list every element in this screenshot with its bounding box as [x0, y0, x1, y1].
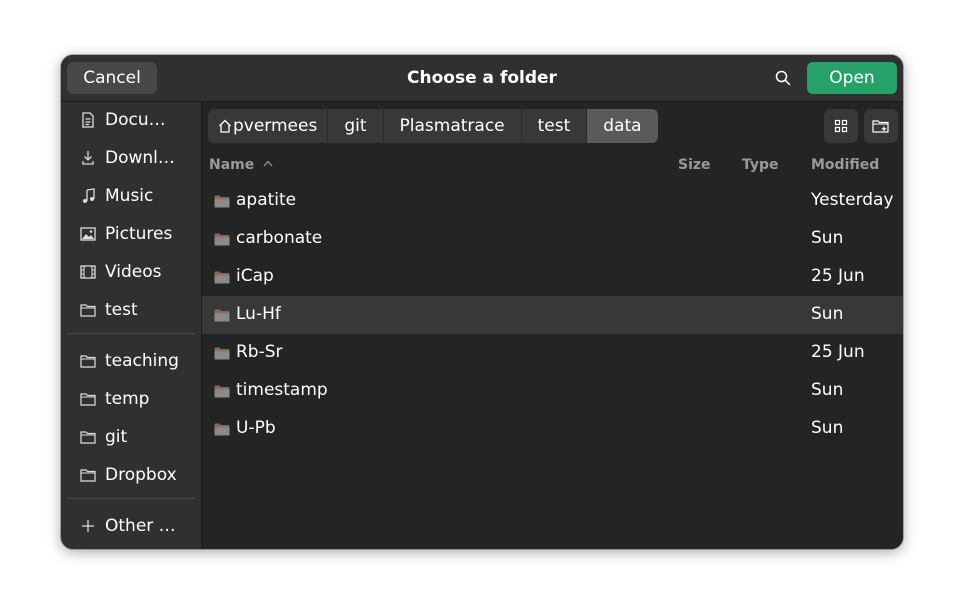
file-name: carbonate — [236, 228, 323, 248]
file-list-pane: pvermees git Plasmatrace test data Name … — [202, 102, 903, 549]
sidebar-item-label: Other … — [105, 516, 176, 536]
column-header-size[interactable]: Size — [678, 157, 711, 173]
file-modified: 25 Jun — [811, 342, 865, 362]
breadcrumb-git[interactable]: git — [328, 109, 384, 143]
table-row[interactable]: timestamp Sun — [202, 372, 903, 410]
sidebar-item-pictures[interactable]: Pictures — [67, 216, 195, 252]
sidebar-item-label: Docu… — [105, 110, 166, 130]
video-icon — [80, 264, 96, 280]
sidebar-item-documents[interactable]: Docu… — [67, 102, 195, 138]
file-name: Rb-Sr — [236, 342, 283, 362]
sidebar-item-label: Dropbox — [105, 465, 177, 485]
table-row[interactable]: Lu-Hf Sun — [202, 296, 903, 334]
file-modified: 25 Jun — [811, 266, 865, 286]
sidebar-item-videos[interactable]: Videos — [67, 254, 195, 290]
folder-icon — [214, 383, 230, 403]
sidebar-divider — [67, 333, 195, 334]
folder-icon — [80, 429, 96, 445]
file-name: U-Pb — [236, 418, 276, 438]
folder-icon — [214, 231, 230, 251]
folder-icon — [214, 269, 230, 289]
grid-view-icon — [834, 119, 848, 133]
places-sidebar: Docu… Downl… Music Pictures Videos test … — [61, 102, 202, 549]
column-name-label: Name — [209, 157, 255, 173]
folder-icon — [80, 391, 96, 407]
sidebar-item-other-locations[interactable]: Other … — [67, 508, 195, 544]
column-header-type[interactable]: Type — [742, 157, 779, 173]
sidebar-item-git[interactable]: git — [67, 419, 195, 455]
sidebar-item-label: temp — [105, 389, 150, 409]
sidebar-item-test[interactable]: test — [67, 292, 195, 328]
file-name: iCap — [236, 266, 274, 286]
home-icon — [219, 119, 231, 133]
folder-icon — [80, 302, 96, 318]
table-row[interactable]: apatite Yesterday — [202, 182, 903, 220]
file-name: Lu-Hf — [236, 304, 281, 324]
search-button[interactable] — [769, 64, 797, 92]
folder-icon — [214, 307, 230, 327]
sidebar-item-dropbox[interactable]: Dropbox — [67, 457, 195, 493]
sidebar-item-label: Pictures — [105, 224, 173, 244]
sidebar-item-label: git — [105, 427, 128, 447]
file-modified: Sun — [811, 304, 844, 324]
sidebar-item-teaching[interactable]: teaching — [67, 343, 195, 379]
view-toggle-button[interactable] — [824, 109, 858, 143]
sidebar-divider — [67, 498, 195, 499]
picture-icon — [80, 226, 96, 242]
folder-icon — [214, 193, 230, 213]
sidebar-item-label: test — [105, 300, 138, 320]
file-modified: Sun — [811, 418, 844, 438]
sort-ascending-icon — [263, 160, 273, 167]
file-chooser-dialog: Cancel Choose a folder Open Docu… Downl… — [61, 55, 903, 549]
table-row[interactable]: carbonate Sun — [202, 220, 903, 258]
file-name: timestamp — [236, 380, 328, 400]
sidebar-item-label: Music — [105, 186, 154, 206]
document-icon — [80, 112, 96, 128]
breadcrumb: pvermees git Plasmatrace test data — [208, 109, 658, 143]
folder-icon — [80, 353, 96, 369]
download-icon — [80, 150, 96, 166]
music-icon — [80, 188, 96, 204]
new-folder-icon — [872, 119, 889, 133]
search-icon — [775, 70, 791, 86]
file-modified: Sun — [811, 228, 844, 248]
sidebar-item-downloads[interactable]: Downl… — [67, 140, 195, 176]
file-modified: Yesterday — [811, 190, 894, 210]
table-row[interactable]: U-Pb Sun — [202, 410, 903, 448]
open-button[interactable]: Open — [807, 62, 897, 94]
plus-icon — [80, 518, 96, 534]
breadcrumb-data[interactable]: data — [587, 109, 658, 143]
cancel-button[interactable]: Cancel — [67, 62, 157, 94]
table-row[interactable]: iCap 25 Jun — [202, 258, 903, 296]
sidebar-item-label: teaching — [105, 351, 179, 371]
new-folder-button[interactable] — [864, 109, 898, 143]
sidebar-item-label: Downl… — [105, 148, 175, 168]
file-name: apatite — [236, 190, 297, 210]
folder-icon — [214, 345, 230, 365]
table-row[interactable]: Rb-Sr 25 Jun — [202, 334, 903, 372]
column-header-modified[interactable]: Modified — [811, 157, 879, 173]
breadcrumb-plasmatrace[interactable]: Plasmatrace — [383, 109, 522, 143]
breadcrumb-home[interactable]: pvermees — [208, 109, 329, 143]
folder-icon — [80, 467, 96, 483]
folder-icon — [214, 421, 230, 441]
sidebar-item-music[interactable]: Music — [67, 178, 195, 214]
sidebar-item-temp[interactable]: temp — [67, 381, 195, 417]
column-header-row: Name Size Type Modified — [202, 150, 903, 180]
file-modified: Sun — [811, 380, 844, 400]
breadcrumb-home-label: pvermees — [233, 116, 318, 136]
breadcrumb-test[interactable]: test — [521, 109, 588, 143]
sidebar-item-label: Videos — [105, 262, 162, 282]
column-header-name[interactable]: Name — [209, 157, 273, 173]
header-bar: Cancel Choose a folder Open — [61, 55, 903, 102]
